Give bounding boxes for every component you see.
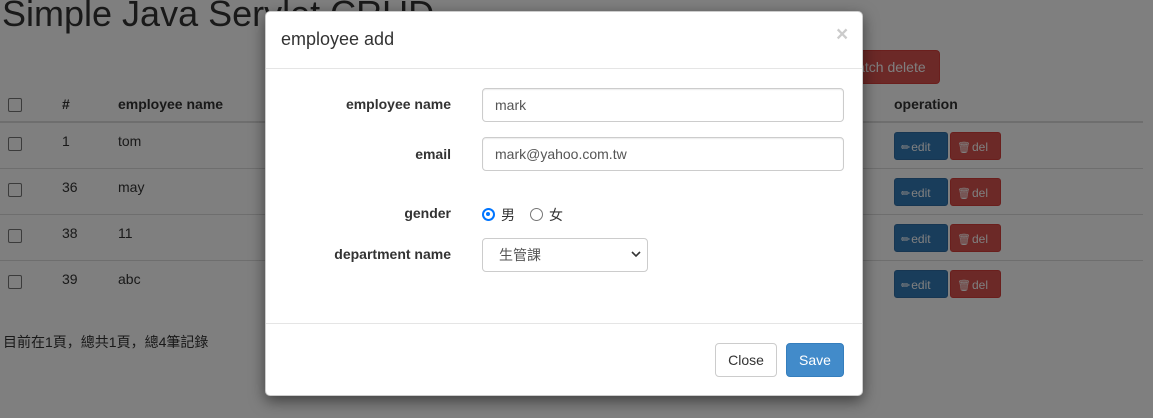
modal-header: employee add × [266,12,862,69]
department-select[interactable]: 生管課 [482,238,648,272]
gender-male-label: 男 [501,207,515,223]
employee-name-label: employee name [345,96,451,112]
close-button[interactable]: Close [715,343,777,377]
department-selected-value: 生管課 [499,247,541,263]
modal-footer-divider [266,323,862,324]
close-icon[interactable]: × [836,24,848,45]
gender-male-radio[interactable] [482,208,495,221]
email-label: email [415,146,451,162]
modal-title: employee add [281,29,395,49]
email-input[interactable]: mark@yahoo.com.tw [482,137,844,171]
gender-female-label: 女 [549,207,563,223]
save-button[interactable]: Save [786,343,844,377]
chevron-down-icon [631,251,641,258]
department-label: department name [334,246,451,262]
employee-add-modal: employee add × employee name mark email … [265,11,863,396]
gender-label: gender [404,205,451,221]
gender-female-radio[interactable] [530,208,543,221]
employee-name-input[interactable]: mark [482,88,844,122]
